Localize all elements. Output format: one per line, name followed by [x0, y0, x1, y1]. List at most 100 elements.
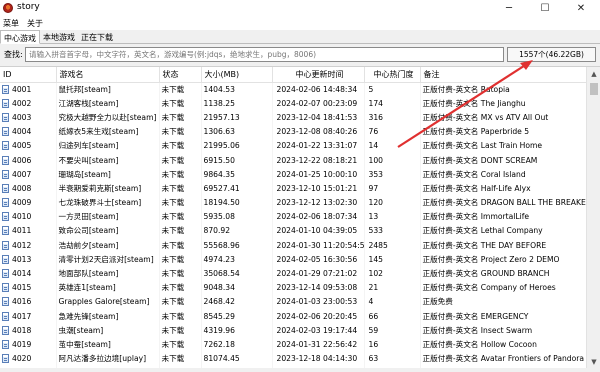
cell-update-time: 2024-01-03 23:00:53: [272, 294, 365, 309]
cell-id: 4020: [0, 351, 57, 366]
cell-note: 正版付费-英文名 MX vs ATV All Out: [420, 110, 587, 125]
document-icon: [2, 84, 9, 94]
cell-popularity: 174: [364, 96, 421, 111]
cell-popularity: 120: [364, 195, 421, 210]
maximize-icon[interactable]: ☐: [527, 0, 563, 16]
table-row[interactable]: 4015 英雄连1[steam] 未下载 9048.34 2023-12-14 09:5…: [0, 280, 587, 295]
cell-id: 4005: [0, 138, 57, 153]
table-row[interactable]: 4006 不要尖叫[steam] 未下载 6915.50 2023-12-22 08:1…: [0, 152, 587, 168]
table-row[interactable]: 4007 珊瑚岛[steam] 未下载 9864.35 2024-01-25 10:00…: [0, 167, 587, 182]
tab-center-games[interactable]: 中心游戏: [0, 30, 40, 44]
row-id: 4017: [12, 311, 32, 321]
column-header-update-time[interactable]: 中心更新时间: [272, 67, 365, 83]
table-row[interactable]: 4017 急难先锋[steam] 未下载 8545.29 2024-02-06 20:2…: [0, 309, 587, 324]
cell-id: 4004: [0, 124, 57, 139]
cell-popularity: 353: [364, 167, 421, 182]
id-cell: 4007: [2, 169, 55, 179]
close-icon[interactable]: ✕: [563, 0, 599, 16]
column-header-status[interactable]: 状态: [159, 67, 202, 83]
table-row[interactable]: 4005 归途列车[steam] 未下载 21995.06 2024-01-22 13:…: [0, 138, 587, 153]
cell-popularity: 533: [364, 223, 421, 239]
scrollbar-thumb[interactable]: [590, 83, 598, 95]
document-icon: [2, 127, 9, 137]
cell-status: 未下载: [159, 294, 202, 309]
document-icon: [2, 311, 9, 321]
cell-note: 正版付费-英文名 Hollow Cocoon: [420, 337, 587, 352]
table-row[interactable]: 4002 江湖客栈[steam] 未下载 1138.25 2024-02-07 00:2…: [0, 96, 587, 111]
menu-item-menu[interactable]: 菜单: [0, 16, 24, 30]
cell-id: 4013: [0, 252, 57, 267]
menu-item-about[interactable]: 关于: [24, 16, 48, 30]
table-row[interactable]: 4009 七龙珠破界斗士[steam] 未下载 18194.50 2023-12-12 …: [0, 195, 587, 210]
search-label: 查找:: [4, 50, 23, 59]
cell-note: 正版付费-英文名 Lethal Company: [420, 223, 587, 239]
table-row[interactable]: 4010 一方灵田[steam] 未下载 5935.08 2024-02-06 18:0…: [0, 209, 587, 224]
table-row[interactable]: 4016 Grapples Galore[steam] 未下载 2468.42 2024…: [0, 294, 587, 309]
row-id: 4004: [12, 127, 32, 137]
tab-downloading[interactable]: 正在下载: [78, 30, 116, 44]
table-row[interactable]: 4014 地面部队[steam] 未下载 35068.54 2024-01-29 07:…: [0, 266, 587, 281]
table-row[interactable]: 4019 茧中蚕[steam] 未下载 7262.18 2024-01-31 22:56…: [0, 337, 587, 352]
column-header-id[interactable]: ID: [0, 67, 57, 83]
cell-size: 18194.50: [201, 195, 273, 210]
table-row[interactable]: 4001 鼠托邦[steam] 未下载 1404.53 2024-02-06 14:48…: [0, 82, 587, 97]
tab-bar: 中心游戏 本地游戏 正在下载: [0, 30, 600, 44]
cell-id: 4008: [0, 181, 57, 196]
tab-local-games[interactable]: 本地游戏: [40, 30, 78, 44]
title-bar: story ─ ☐ ✕: [0, 0, 600, 16]
scroll-up-icon[interactable]: ▲: [587, 67, 600, 81]
game-table: ID 游戏名 状态 大小(MB) 中心更新时间 中心热门度 备注 4001 鼠托邦…: [0, 66, 600, 368]
scroll-down-icon[interactable]: ▼: [587, 355, 600, 368]
document-icon: [2, 169, 9, 179]
vertical-scrollbar[interactable]: ▲ ▼: [586, 67, 600, 368]
table-row[interactable]: 4003 究极大越野全力以赴[steam] 未下载 21957.13 2023-12-0…: [0, 110, 587, 125]
cell-name: 英雄连1[steam]: [56, 280, 160, 295]
cell-name: 七龙珠破界斗士[steam]: [56, 195, 160, 210]
table-row[interactable]: 4012 浩劫前夕[steam] 未下载 55568.96 2024-01-30 11:…: [0, 238, 587, 253]
id-cell: 4001: [2, 84, 55, 94]
cell-status: 未下载: [159, 110, 202, 125]
id-cell: 4014: [2, 269, 55, 279]
id-cell: 4011: [2, 226, 55, 236]
game-count-summary: 1557个(46.22GB): [507, 47, 596, 62]
minimize-icon[interactable]: ─: [491, 0, 527, 16]
cell-note: 正版付费-英文名 The Jianghu: [420, 96, 587, 111]
column-header-size[interactable]: 大小(MB): [201, 67, 273, 83]
cell-update-time: 2024-01-29 07:21:02: [272, 266, 365, 281]
column-header-note[interactable]: 备注: [420, 67, 587, 83]
column-header-popularity[interactable]: 中心热门度: [364, 67, 421, 83]
table-row[interactable]: 4004 纸嫁衣5来生戏[steam] 未下载 1306.63 2023-12-08 0…: [0, 124, 587, 139]
table-row[interactable]: 4008 半衰期爱莉克斯[steam] 未下载 69527.41 2023-12-10 …: [0, 181, 587, 196]
cell-update-time: 2024-01-31 22:56:42: [272, 337, 365, 352]
column-header-name[interactable]: 游戏名: [56, 67, 160, 83]
cell-update-time: 2024-02-06 20:20:45: [272, 309, 365, 324]
row-id: 4005: [12, 141, 32, 151]
cell-name: Grapples Galore[steam]: [56, 294, 160, 309]
table-body: 4001 鼠托邦[steam] 未下载 1404.53 2024-02-06 14:48…: [0, 82, 587, 368]
document-icon: [2, 297, 9, 307]
cell-id: 4012: [0, 238, 57, 253]
cell-popularity: 59: [364, 323, 421, 338]
table-row[interactable]: 4013 清零计划2天启派对[steam] 未下载 4974.23 2024-02-05…: [0, 252, 587, 267]
cell-name: 鼠托邦[steam]: [56, 82, 160, 97]
cell-popularity: 16: [364, 337, 421, 352]
id-cell: 4013: [2, 254, 55, 264]
document-icon: [2, 283, 9, 293]
document-icon: [2, 112, 9, 122]
cell-status: 未下载: [159, 252, 202, 267]
cell-update-time: 2024-02-05 16:30:56: [272, 252, 365, 267]
cell-update-time: 2024-02-07 00:23:09: [272, 96, 365, 111]
cell-id: 4009: [0, 195, 57, 210]
table-row[interactable]: 4020 阿凡达潘多拉边境[uplay] 未下载 81074.45 2023-12-18…: [0, 351, 587, 366]
cell-size: 1306.63: [201, 124, 273, 139]
table-row[interactable]: 4018 虫潮[steam] 未下载 4319.96 2024-02-03 19:17:…: [0, 323, 587, 338]
cell-update-time: 2023-12-04 18:41:53: [272, 110, 365, 125]
cell-popularity: 4: [364, 294, 421, 309]
search-input[interactable]: [25, 47, 504, 62]
cell-popularity: 97: [364, 181, 421, 196]
cell-status: 未下载: [159, 280, 202, 295]
cell-update-time: 2023-12-10 15:01:21: [272, 181, 365, 196]
table-row[interactable]: 4011 致命公司[steam] 未下载 870.92 2024-01-10 04:39…: [0, 223, 587, 239]
row-id: 4020: [12, 354, 32, 364]
row-id: 4014: [12, 269, 32, 279]
